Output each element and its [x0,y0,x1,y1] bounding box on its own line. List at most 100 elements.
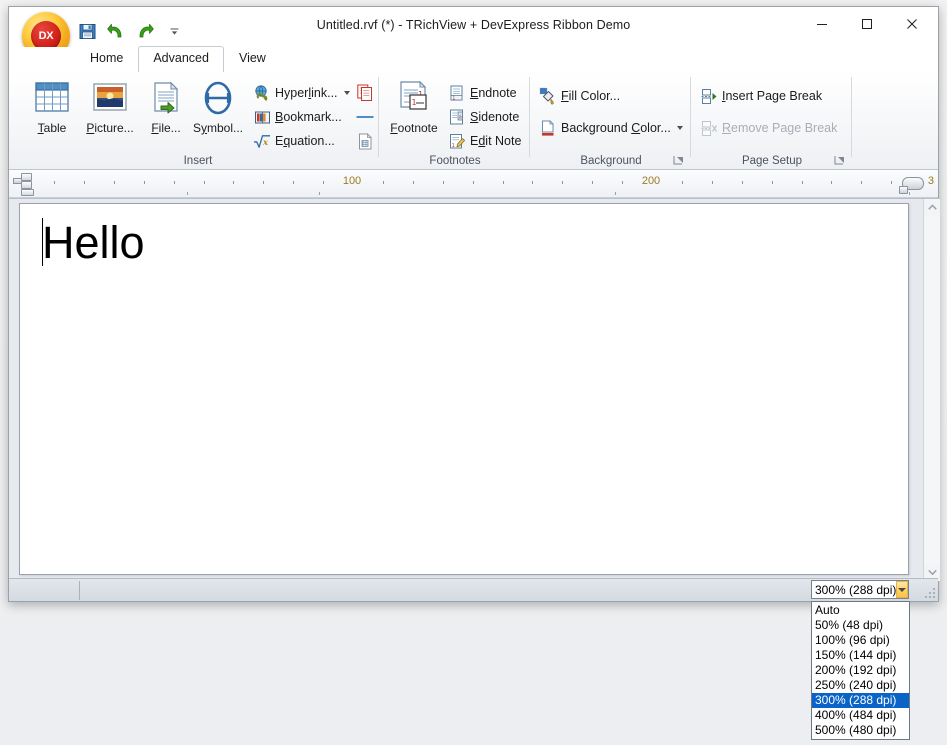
left-indent-marker[interactable] [21,181,32,189]
chevron-down-icon[interactable] [343,91,350,95]
bookmark-button[interactable]: Bookmark... [253,106,342,128]
group-separator [690,77,691,157]
svg-text:1: 1 [451,142,454,148]
ruler-tab-stop[interactable] [909,192,910,195]
maximize-button[interactable] [844,9,889,39]
ruler-tick [442,181,444,184]
zoom-option[interactable]: 400% (484 dpi) [812,708,909,723]
zoom-option[interactable]: 250% (240 dpi) [812,678,909,693]
hyperlink-button-label: Hyperlink... [275,86,338,100]
ruler-end-label: 3 [927,175,934,187]
right-indent-box-marker[interactable] [899,186,908,194]
insert-note-icon[interactable] [355,82,375,102]
fill-color-button[interactable]: Fill Color... [539,85,620,107]
file-button[interactable]: File... [139,77,193,135]
ruler-tick [412,181,414,184]
scroll-up-button[interactable] [924,199,940,216]
zoom-option[interactable]: 500% (480 dpi) [812,723,909,738]
zoom-option[interactable]: Auto [812,603,909,618]
close-button[interactable] [889,9,934,39]
tab-advanced[interactable]: Advanced [138,46,224,72]
insert-field-icon[interactable] [355,131,375,151]
ruler-tab-stop[interactable] [319,192,320,195]
remove-page-break-button[interactable]: Remove Page Break [700,117,837,139]
picture-icon [83,77,137,119]
ruler-tab-stop[interactable] [187,192,188,195]
grip-dot [929,592,931,594]
window-resize-grip[interactable] [925,586,937,598]
fill-color-button-label: Fill Color... [561,89,621,103]
zoom-dropdown-list[interactable]: Auto 50% (48 dpi) 100% (96 dpi) 150% (144 d… [811,601,910,740]
ruler-tick [323,181,325,184]
zoom-option[interactable]: 200% (192 dpi) [812,663,909,678]
insert-page-break-button[interactable]: Insert Page Break [700,85,822,107]
ruler-tick [54,181,55,184]
document-page[interactable]: Hello [19,203,909,575]
ruler-tick [681,181,683,184]
edit-note-button[interactable]: 1 Edit Note [448,130,521,152]
symbol-button-label: Symbol... [192,121,244,135]
chevron-down-icon [927,569,937,576]
qat-redo-button[interactable] [135,21,155,41]
group-label-background: Background [580,155,642,167]
group-label-page-setup: Page Setup [741,155,803,167]
zoom-option[interactable]: 150% (144 dpi) [812,648,909,663]
page-setup-dialog-launcher[interactable] [834,154,846,166]
ruler-tab-stop[interactable] [615,192,616,195]
ribbon-group-footnotes: 1 1 Footnote [380,71,530,170]
ruler-tick [83,181,85,184]
zoom-option[interactable]: 100% (96 dpi) [812,633,909,648]
background-color-button[interactable]: Background Color... [539,117,683,139]
qat-customize-button[interactable] [164,21,184,41]
footnote-button[interactable]: 1 1 Footnote [384,77,444,135]
zoom-option[interactable]: 50% (48 dpi) [812,618,909,633]
tab-view[interactable]: View [224,46,281,71]
sidenote-button[interactable]: a Sidenote [448,106,519,128]
table-button[interactable]: TTableable [25,77,79,135]
undo-arrow-icon [107,23,122,37]
chevron-down-icon[interactable] [676,126,683,130]
equation-button[interactable]: x Equation... [253,130,335,152]
insert-page-break-button-label: Insert Page Break [722,89,823,103]
scrollbar-track[interactable] [924,216,940,564]
ribbon-tab-strip: Home Advanced View [9,46,938,72]
hyperlink-button[interactable]: Hyperlink... [253,82,350,104]
zoom-option[interactable]: 300% (288 dpi) [812,693,909,708]
svg-text:1: 1 [452,95,455,101]
maximize-icon [861,19,872,29]
background-color-icon [539,119,557,137]
zoom-combobox-dropdown-button[interactable] [896,581,908,598]
ruler-tick [532,181,534,184]
minimize-button[interactable] [799,9,844,39]
horizontal-ruler[interactable]: 100 200 3 [9,170,938,198]
table-icon [25,77,79,119]
left-indent-box-marker[interactable] [21,189,34,196]
tab-home[interactable]: Home [75,46,138,71]
horizontal-line-icon[interactable] [355,107,375,127]
fill-color-icon [539,87,557,105]
ruler-tick [502,181,504,184]
minimize-icon [816,24,827,25]
endnote-button[interactable]: 1 Endnote [448,82,517,104]
background-dialog-launcher[interactable] [673,154,685,166]
group-label-footnotes: Footnotes [429,155,481,167]
ribbon-tabs: Home Advanced View [75,46,281,72]
ruler-tick [233,181,235,184]
ruler-tick [293,181,295,184]
redo-arrow-icon [139,23,154,37]
qat-undo-button[interactable] [106,21,126,41]
ruler-tick [711,181,713,184]
picture-button-label: Picture... [86,121,134,135]
insert-file-icon [139,77,193,119]
vertical-scrollbar[interactable] [923,199,940,581]
symbol-button[interactable]: Symbol... [191,77,245,135]
document-area: Hello [9,198,940,581]
ruler-tick [382,181,384,184]
svg-text:x: x [262,137,269,147]
picture-button[interactable]: Picture... [83,77,137,135]
first-line-indent-marker[interactable] [21,173,32,181]
ruler-tick [861,181,863,184]
group-separator [529,77,530,157]
zoom-combobox[interactable]: 300% (288 dpi) [811,580,909,599]
qat-save-button[interactable] [77,21,97,41]
